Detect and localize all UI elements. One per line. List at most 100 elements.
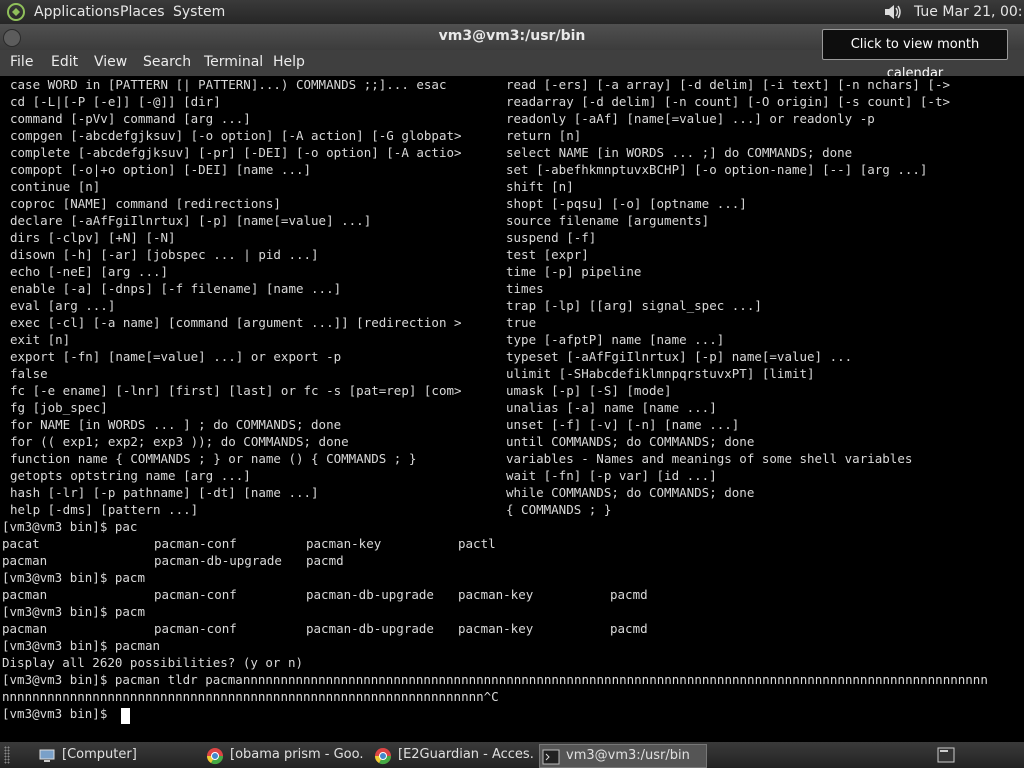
menu-help[interactable]: Help [273, 54, 305, 70]
terminal-line: fg [job_spec] [10, 400, 108, 415]
bottom-taskbar: [Computer] [obama prism - Goo... [E2Guar… [0, 742, 1024, 768]
completion-item: pacman-conf [154, 536, 237, 551]
taskbar-handle[interactable] [4, 746, 10, 764]
terminal-prompt: [vm3@vm3 bin]$ pacman [2, 638, 161, 653]
task-label: vm3@vm3:/usr/bin [566, 748, 690, 763]
menu-file[interactable]: File [10, 54, 33, 70]
system-menu[interactable]: System [173, 2, 225, 22]
task-computer[interactable]: [Computer] [36, 744, 196, 766]
terminal-line: getopts optstring name [arg ...] [10, 468, 251, 483]
menu-terminal[interactable]: Terminal [204, 54, 263, 70]
terminal-line: umask [-p] [-S] [mode] [506, 383, 672, 398]
terminal-line: fc [-e ename] [-lnr] [first] [last] or f… [10, 383, 462, 398]
completion-item: pacman-db-upgrade [306, 621, 434, 636]
terminal-line: eval [arg ...] [10, 298, 116, 313]
terminal-line: source filename [arguments] [506, 213, 710, 228]
terminal-line: times [506, 281, 544, 296]
terminal-line: dirs [-clpv] [+N] [-N] [10, 230, 176, 245]
completion-item: pacman-db-upgrade [306, 587, 434, 602]
terminal-line: export [-fn] [name[=value] ...] or expor… [10, 349, 342, 364]
terminal-line: shift [n] [506, 179, 574, 194]
top-panel: Applications Places System Tue Mar 21, 0… [0, 0, 1024, 24]
terminal-line: shopt [-pqsu] [-o] [optname ...] [506, 196, 747, 211]
terminal-line: coproc [NAME] command [redirections] [10, 196, 281, 211]
terminal-icon [542, 749, 560, 765]
terminal-line: for (( exp1; exp2; exp3 )); do COMMANDS;… [10, 434, 349, 449]
terminal-output[interactable]: case WORD in [PATTERN [| PATTERN]...) CO… [0, 76, 1024, 742]
terminal-line: unset [-f] [-v] [-n] [name ...] [506, 417, 740, 432]
terminal-line: test [expr] [506, 247, 589, 262]
terminal-line: time [-p] pipeline [506, 264, 642, 279]
chrome-icon [206, 748, 224, 765]
terminal-line: wait [-fn] [-p var] [id ...] [506, 468, 717, 483]
terminal-line: compgen [-abcdefgjksuv] [-o option] [-A … [10, 128, 462, 143]
terminal-line: help [-dms] [pattern ...] [10, 502, 199, 517]
terminal-line: declare [-aAfFgiIlnrtux] [-p] [name[=val… [10, 213, 372, 228]
menu-search[interactable]: Search [143, 54, 191, 70]
task-terminal[interactable]: vm3@vm3:/usr/bin [539, 744, 707, 768]
terminal-line: false [10, 366, 48, 381]
terminal-line: select NAME [in WORDS ... ;] do COMMANDS… [506, 145, 853, 160]
completion-item: pacman [2, 587, 48, 602]
menu-edit[interactable]: Edit [51, 54, 78, 70]
terminal-prompt: [vm3@vm3 bin]$ pacm [2, 570, 145, 585]
completion-item: pacmd [610, 621, 648, 636]
task-chrome-obama[interactable]: [obama prism - Goo... [204, 744, 364, 766]
terminal-line: case WORD in [PATTERN [| PATTERN]...) CO… [10, 77, 447, 92]
completion-item: pacman-key [458, 621, 534, 636]
terminal-line: command [-pVv] command [arg ...] [10, 111, 251, 126]
terminal-line: read [-ers] [-a array] [-d delim] [-i te… [506, 77, 951, 92]
completion-item: pacman-key [458, 587, 534, 602]
terminal-line: cd [-L|[-P [-e]] [-@]] [dir] [10, 94, 221, 109]
chrome-icon [374, 748, 392, 765]
completion-item: pacman-key [306, 536, 382, 551]
calendar-tooltip: Click to view month calendar [822, 29, 1008, 81]
terminal-line: exit [n] [10, 332, 71, 347]
completion-item: pacman [2, 621, 48, 636]
terminal-line: suspend [-f] [506, 230, 597, 245]
task-chrome-e2guardian[interactable]: [E2Guardian - Acces... [372, 744, 534, 766]
completion-item: pacat [2, 536, 40, 551]
terminal-line: complete [-abcdefgjksuv] [-pr] [-DEI] [-… [10, 145, 462, 160]
terminal-line: { COMMANDS ; } [506, 502, 612, 517]
show-desktop-icon[interactable] [937, 746, 955, 764]
terminal-line: while COMMANDS; do COMMANDS; done [506, 485, 755, 500]
terminal-line: function name { COMMANDS ; } or name () … [10, 451, 417, 466]
terminal-line: variables - Names and meanings of some s… [506, 451, 913, 466]
task-label: [obama prism - Goo... [230, 747, 364, 762]
terminal-line: hash [-lr] [-p pathname] [-dt] [name ...… [10, 485, 319, 500]
terminal-line: continue [n] [10, 179, 101, 194]
terminal-line: echo [-neE] [arg ...] [10, 264, 169, 279]
terminal-line: enable [-a] [-dnps] [-f filename] [name … [10, 281, 342, 296]
terminal-line: readarray [-d delim] [-n count] [-O orig… [506, 94, 951, 109]
terminal-line: compopt [-o|+o option] [-DEI] [name ...] [10, 162, 312, 177]
applications-menu[interactable]: Applications [34, 2, 120, 22]
terminal-line: exec [-cl] [-a name] [command [argument … [10, 315, 462, 330]
completion-item: pacmd [306, 553, 344, 568]
volume-icon[interactable] [883, 3, 903, 21]
menu-view[interactable]: View [94, 54, 127, 70]
terminal-line: trap [-lp] [[arg] signal_spec ...] [506, 298, 762, 313]
terminal-line: true [506, 315, 537, 330]
terminal-line: ulimit [-SHabcdefiklmnpqrstuvxPT] [limit… [506, 366, 815, 381]
completion-item: pactl [458, 536, 496, 551]
terminal-line: Display all 2620 possibilities? (y or n) [2, 655, 304, 670]
computer-icon [39, 749, 55, 762]
terminal-line: set [-abefhkmnptuvxBCHP] [-o option-name… [506, 162, 928, 177]
terminal-line: typeset [-aAfFgiIlnrtux] [-p] name[=valu… [506, 349, 853, 364]
terminal-line: for NAME [in WORDS ... ] ; do COMMANDS; … [10, 417, 342, 432]
places-menu[interactable]: Places [120, 2, 165, 22]
terminal-line: type [-afptP] name [name ...] [506, 332, 725, 347]
clock[interactable]: Tue Mar 21, 00:18 [914, 2, 1024, 22]
terminal-cursor [121, 708, 130, 724]
task-label: [Computer] [62, 747, 137, 762]
terminal-line: return [n] [506, 128, 582, 143]
terminal-line: readonly [-aAf] [name[=value] ...] or re… [506, 111, 875, 126]
terminal-line: nnnnnnnnnnnnnnnnnnnnnnnnnnnnnnnnnnnnnnnn… [2, 689, 499, 704]
terminal-line: disown [-h] [-ar] [jobspec ... | pid ...… [10, 247, 319, 262]
task-label: [E2Guardian - Acces... [398, 747, 534, 762]
completion-item: pacman-db-upgrade [154, 553, 282, 568]
terminal-prompt: [vm3@vm3 bin]$ pacm [2, 604, 145, 619]
terminal-line: [vm3@vm3 bin]$ pacman tldr pacmannnnnnnn… [2, 672, 988, 687]
terminal-line: until COMMANDS; do COMMANDS; done [506, 434, 755, 449]
